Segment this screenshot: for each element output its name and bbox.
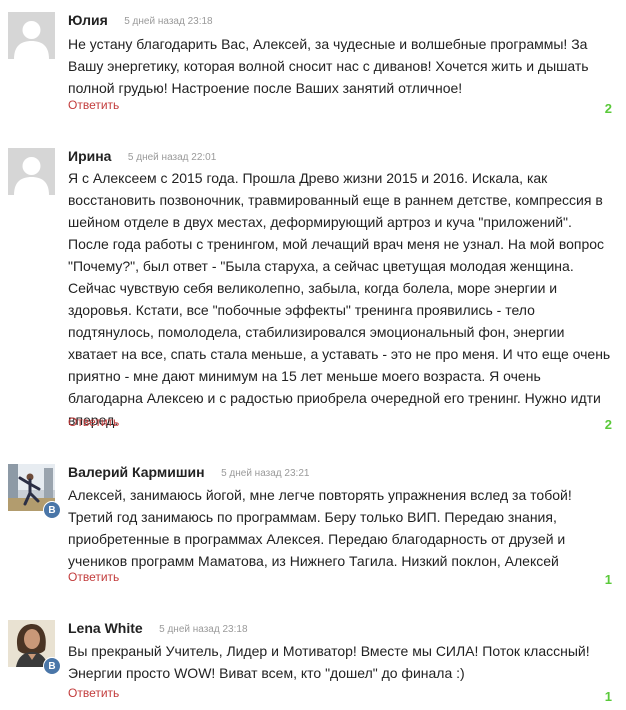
- default-user-icon: [8, 12, 55, 59]
- comment-line: Не устану благодарить Вас, Алексей, за ч…: [68, 36, 588, 52]
- comment-line: После года работы с тренингом, мой лечащ…: [68, 236, 605, 252]
- comment-date: 5 дней назад 23:18: [159, 624, 248, 635]
- comment-text: Не устану благодарить Вас, Алексей, за ч…: [68, 33, 616, 99]
- reply-button[interactable]: Ответить: [68, 686, 119, 700]
- vk-icon: В: [43, 501, 61, 519]
- like-count[interactable]: 1: [605, 572, 612, 587]
- author-name[interactable]: Юлия: [68, 12, 108, 28]
- comment-date: 5 дней назад 23:18: [124, 16, 213, 27]
- comment-line: хватает на все, спать стала меньше, а ус…: [68, 346, 611, 362]
- comment-line: Сейчас чувствую себя великолепно, забыла…: [68, 280, 558, 296]
- comment-line: полной грудью! Настроение после Ваших за…: [68, 80, 463, 96]
- comment-date: 5 дней назад 23:21: [221, 468, 310, 479]
- comment-date: 5 дней назад 22:01: [127, 152, 217, 163]
- reply-button[interactable]: Ответить: [68, 98, 119, 112]
- comment-line: Я с Алексеем с 2015 года. Прошла Древо ж…: [68, 170, 548, 186]
- comment-line: подтянулось, помолодела, стабилизировалс…: [68, 324, 565, 340]
- comment-line: Энергии просто WOW! Виват всем, кто "дош…: [68, 665, 465, 681]
- like-count[interactable]: 2: [605, 101, 612, 116]
- reply-button[interactable]: Ответить: [68, 415, 119, 429]
- comment-line: Вы прекраный Учитель, Лидер и Мотиватор!…: [68, 643, 590, 659]
- comment-header: Lena White 5 дней назад 23:18: [68, 620, 248, 640]
- author-name[interactable]: Ирина: [68, 148, 111, 164]
- comment-line: приятно - мне дают минимум на 15 лет мен…: [68, 368, 541, 384]
- comment-line: здоровья. Кстати, все "побочные эффекты"…: [68, 302, 535, 318]
- author-name[interactable]: Валерий Кармишин: [68, 464, 205, 480]
- comment-line: "Почему?", был ответ - "Была старуха, а …: [68, 258, 574, 274]
- comment-text: Вы прекраный Учитель, Лидер и Мотиватор!…: [68, 640, 616, 684]
- comment-line: учеников программ Маматова, из Нижнего Т…: [68, 553, 559, 569]
- comment-line: Третий год занимаюсь по программам. Беру…: [68, 509, 557, 525]
- comment-line: восстановить позвоночник, травмированный…: [68, 192, 603, 208]
- comment-line: вперед.: [68, 412, 119, 428]
- comment-header: Ирина 5 дней назад 22:01: [68, 148, 216, 168]
- like-count[interactable]: 2: [605, 417, 612, 432]
- comment-text: Я с Алексеем с 2015 года. Прошла Древо ж…: [68, 167, 616, 431]
- vk-icon: В: [43, 657, 61, 675]
- comment-line: Вашу энергетику, которая волной сносит н…: [68, 58, 589, 74]
- comment-header: Юлия 5 дней назад 23:18: [68, 12, 213, 32]
- like-count[interactable]: 1: [605, 689, 612, 704]
- avatar[interactable]: [8, 148, 55, 195]
- comment-header: Валерий Кармишин 5 дней назад 23:21: [68, 464, 309, 484]
- author-name[interactable]: Lena White: [68, 620, 143, 636]
- comment-line: благодарна Алексею и с радостью приобрел…: [68, 390, 601, 406]
- avatar[interactable]: [8, 12, 55, 59]
- reply-button[interactable]: Ответить: [68, 570, 119, 584]
- default-user-icon: [8, 148, 55, 195]
- comment-line: шейном отделе в двух местах, деформирующ…: [68, 214, 572, 230]
- comment-line: Алексей, занимаюсь йогой, мне легче повт…: [68, 487, 572, 503]
- comment-text: Алексей, занимаюсь йогой, мне легче повт…: [68, 484, 616, 572]
- comment-line: приобретенные в программах Алексея. Пере…: [68, 531, 566, 547]
